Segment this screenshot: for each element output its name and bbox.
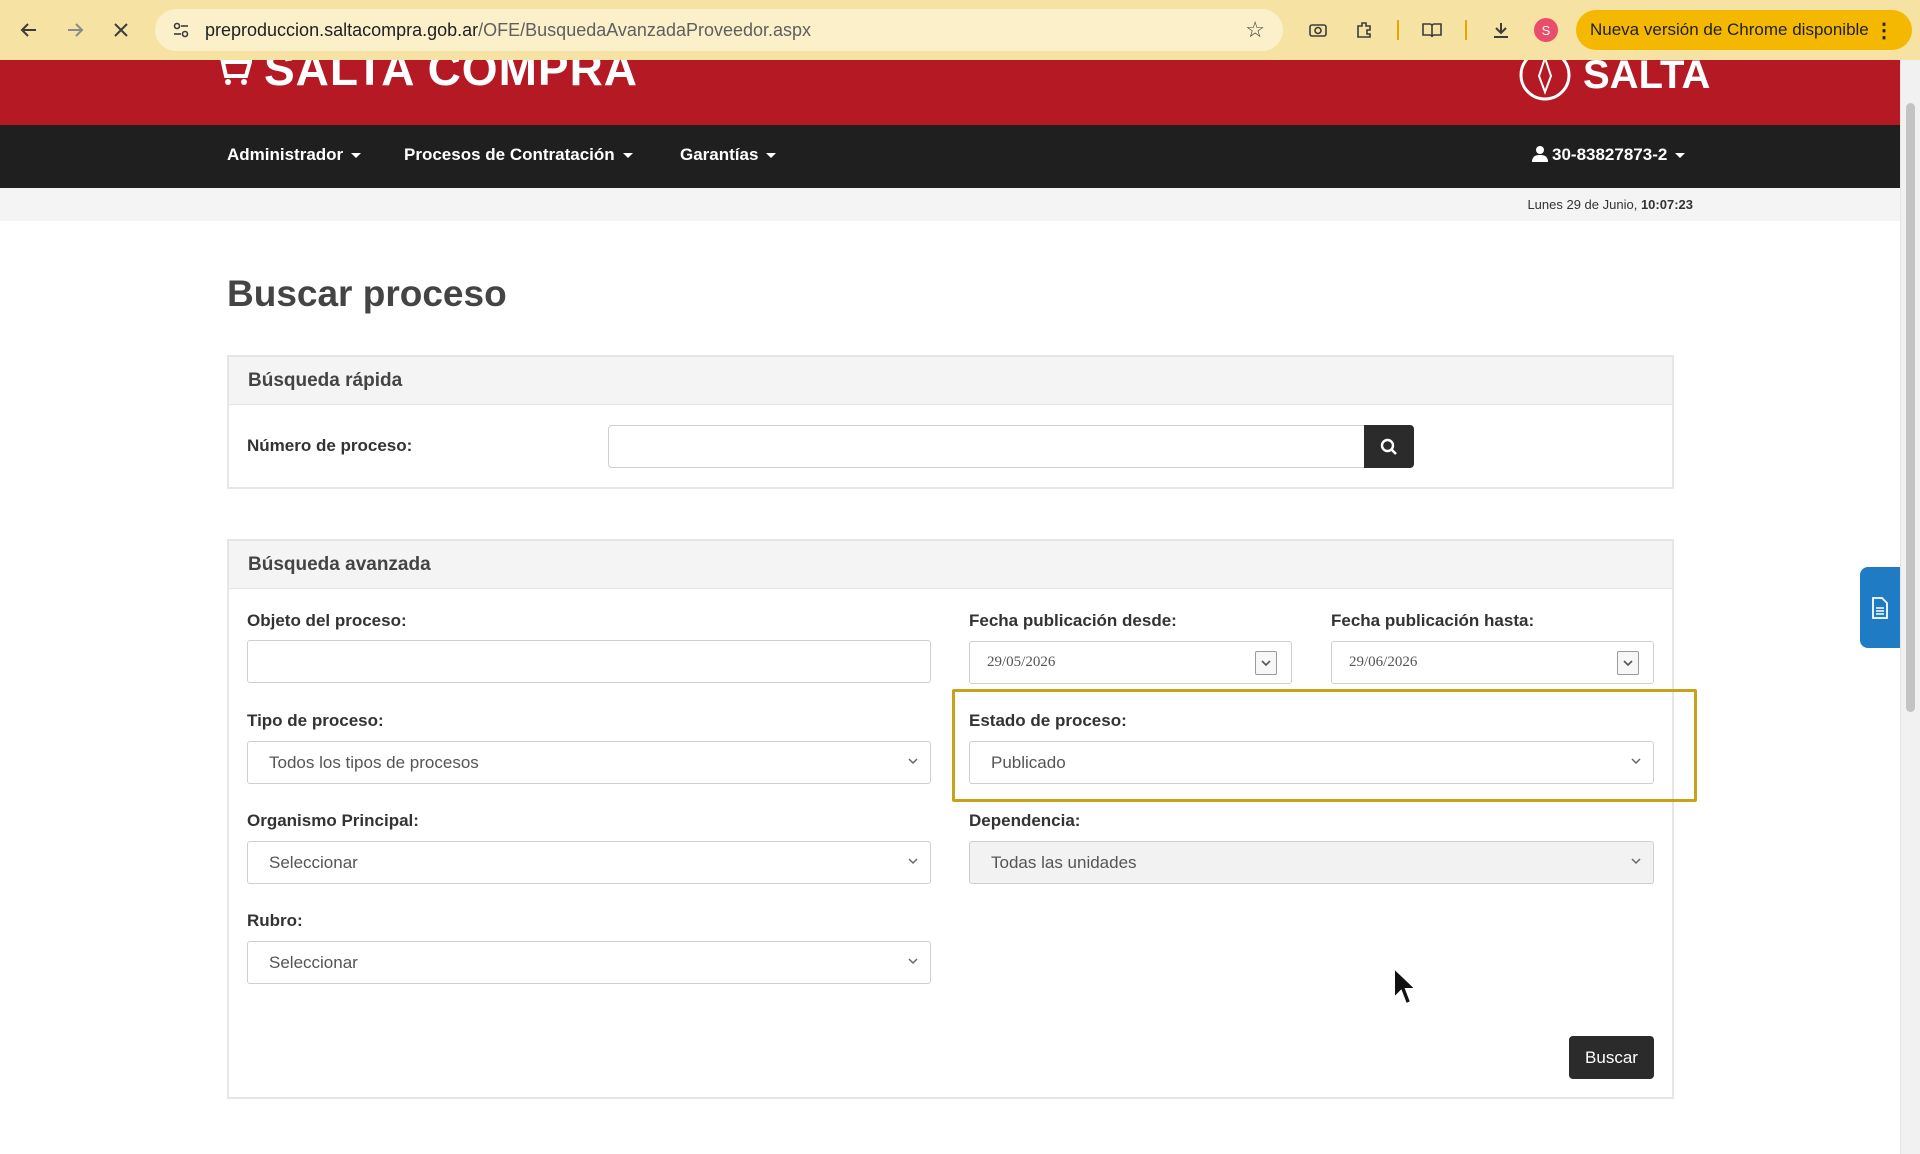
nav-garantias[interactable]: Garantías xyxy=(680,145,777,165)
organismo-principal-label: Organismo Principal: xyxy=(247,811,419,830)
caret-down-icon xyxy=(766,153,777,159)
numero-proceso-label: Número de proceso: xyxy=(247,436,413,455)
back-icon[interactable] xyxy=(11,12,47,48)
camera-icon[interactable] xyxy=(1300,12,1336,48)
caret-down-icon xyxy=(622,153,633,159)
buscar-button[interactable]: Buscar xyxy=(1569,1036,1654,1079)
cart-icon xyxy=(216,60,252,85)
forward-icon[interactable] xyxy=(57,12,93,48)
floating-document-tab[interactable] xyxy=(1860,567,1900,648)
extensions-icon[interactable] xyxy=(1346,12,1382,48)
fecha-desde-input[interactable]: 29/05/2026 xyxy=(969,641,1292,684)
url-text[interactable]: preproduccion.saltacompra.gob.ar/OFE/Bus… xyxy=(205,20,811,41)
nav-administrador[interactable]: Administrador xyxy=(227,145,362,165)
numero-proceso-input[interactable] xyxy=(608,425,1365,468)
reading-mode-icon[interactable] xyxy=(1414,12,1450,48)
organismo-principal-value: Seleccionar xyxy=(269,852,358,872)
stop-loading-icon[interactable] xyxy=(103,12,139,48)
page-scrollbar[interactable] xyxy=(1900,60,1920,1154)
tipo-proceso-select[interactable]: Todos los tipos de procesos xyxy=(247,741,931,784)
bookmark-star-icon[interactable]: ☆ xyxy=(1245,17,1265,43)
caret-down-icon xyxy=(351,153,362,159)
toolbar-divider xyxy=(1465,20,1467,40)
fecha-hasta-input[interactable]: 29/06/2026 xyxy=(1331,641,1654,684)
advanced-search-heading: Búsqueda avanzada xyxy=(229,541,1672,589)
quick-search-button[interactable] xyxy=(1364,425,1414,468)
caret-down-icon xyxy=(1675,153,1686,159)
more-menu-icon[interactable]: ⋮ xyxy=(1874,18,1894,43)
fecha-hasta-label: Fecha publicación hasta: xyxy=(1331,611,1535,630)
current-datetime: Lunes 29 de Junio, 10:07:23 xyxy=(1527,197,1693,212)
chevron-down-icon xyxy=(908,858,918,865)
quick-search-heading: Búsqueda rápida xyxy=(229,357,1672,405)
dependencia-select[interactable]: Todas las unidades xyxy=(969,841,1654,884)
date-strip: Lunes 29 de Junio, 10:07:23 xyxy=(0,188,1900,221)
brand-left-text: SALTA COMPRA xyxy=(264,60,639,95)
site-settings-icon[interactable] xyxy=(161,9,201,51)
fecha-desde-value: 29/05/2026 xyxy=(987,654,1056,670)
chevron-down-icon xyxy=(1631,858,1641,865)
chrome-update-button[interactable]: Nueva versión de Chrome disponible ⋮ xyxy=(1576,10,1912,50)
rubro-value: Seleccionar xyxy=(269,952,358,972)
main-nav: Administrador Procesos de Contratación G… xyxy=(0,125,1900,188)
toolbar-divider xyxy=(1397,20,1399,40)
page-title: Buscar proceso xyxy=(227,273,507,314)
objeto-proceso-input[interactable] xyxy=(247,640,931,683)
profile-avatar[interactable]: S xyxy=(1534,18,1558,42)
mouse-cursor-icon xyxy=(1393,966,1418,1006)
rubro-label: Rubro: xyxy=(247,911,303,930)
scrollbar-thumb[interactable] xyxy=(1906,103,1915,712)
update-label: Nueva versión de Chrome disponible xyxy=(1590,20,1869,39)
document-icon xyxy=(1872,596,1888,619)
tipo-proceso-value: Todos los tipos de procesos xyxy=(269,752,479,772)
objeto-proceso-label: Objeto del proceso: xyxy=(247,611,407,630)
site-brand-bar: SALTA COMPRA SALTA xyxy=(0,60,1900,125)
brand-right-text: SALTA xyxy=(1583,60,1711,97)
tipo-proceso-label: Tipo de proceso: xyxy=(247,711,384,730)
fecha-desde-label: Fecha publicación desde: xyxy=(969,611,1177,630)
dependencia-label: Dependencia: xyxy=(969,811,1081,830)
organismo-principal-select[interactable]: Seleccionar xyxy=(247,841,931,884)
salta-seal-icon xyxy=(1519,60,1571,101)
rubro-select[interactable]: Seleccionar xyxy=(247,941,931,984)
salta-government-logo: SALTA xyxy=(1515,60,1710,104)
search-icon xyxy=(1380,438,1397,455)
user-menu[interactable]: 30-83827873-2 xyxy=(1532,145,1686,165)
download-icon[interactable] xyxy=(1483,12,1519,48)
fecha-hasta-dropdown-icon[interactable] xyxy=(1617,651,1639,675)
estado-proceso-highlight xyxy=(952,689,1697,802)
chevron-down-icon xyxy=(908,958,918,965)
nav-procesos-contratacion[interactable]: Procesos de Contratación xyxy=(404,145,633,165)
user-icon xyxy=(1532,146,1548,162)
saltacompra-logo[interactable]: SALTA COMPRA xyxy=(214,60,638,96)
chevron-down-icon xyxy=(908,758,918,765)
quick-search-panel: Búsqueda rápida xyxy=(227,355,1674,489)
dependencia-value: Todas las unidades xyxy=(991,852,1137,872)
fecha-hasta-value: 29/06/2026 xyxy=(1349,654,1418,670)
fecha-desde-dropdown-icon[interactable] xyxy=(1255,651,1277,675)
address-bar[interactable]: preproduccion.saltacompra.gob.ar/OFE/Bus… xyxy=(155,9,1283,51)
